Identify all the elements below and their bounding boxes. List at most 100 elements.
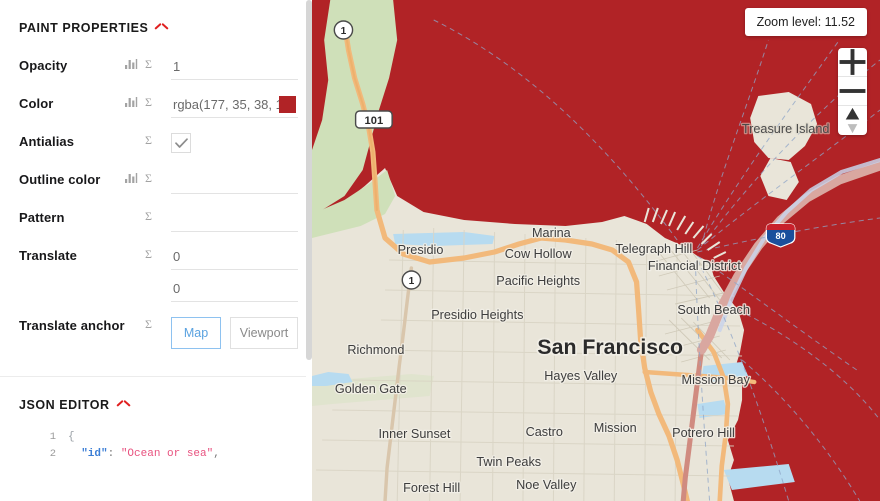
property-field-color <box>171 94 298 118</box>
translate-anchor-option-map[interactable]: Map <box>171 317 221 349</box>
highway-shield-1: 1 <box>333 20 354 40</box>
property-icons-pattern: Σ <box>125 208 171 227</box>
map-render: Treasure Island Marina Telegraph Hill Pr… <box>312 0 880 501</box>
property-row-opacity: Opacity Σ <box>0 56 312 94</box>
property-icons-antialias: Σ <box>125 132 171 151</box>
sigma-icon[interactable]: Σ <box>145 209 156 227</box>
translate-y-input[interactable] <box>171 278 298 302</box>
property-row-translate-anchor: Translate anchor Σ Map Viewport <box>0 316 312 354</box>
sigma-icon[interactable]: Σ <box>145 57 156 75</box>
property-row-pattern: Pattern Σ <box>0 208 312 246</box>
code-token-string: "Ocean or sea" <box>120 448 214 460</box>
map-label: Mission <box>594 421 637 435</box>
app-root: PAINT PROPERTIES Opacity Σ 1 Color Σ rgb… <box>0 0 880 501</box>
svg-text:80: 80 <box>776 231 786 241</box>
highway-shield-1-presidio: 1 <box>401 270 422 290</box>
highway-shield-101: 101 <box>354 110 393 129</box>
property-field-antialias <box>171 132 298 153</box>
map-label: Twin Peaks <box>476 455 541 469</box>
property-field-pattern <box>171 208 298 232</box>
sigma-icon[interactable]: Σ <box>145 95 156 113</box>
antialias-checkbox[interactable] <box>171 133 191 153</box>
opacity-input[interactable] <box>171 56 298 80</box>
translate-anchor-option-viewport[interactable]: Viewport <box>230 317 298 349</box>
chevron-up-icon[interactable] <box>117 401 130 410</box>
json-editor-title: JSON EDITOR <box>19 398 110 412</box>
map-label: Treasure Island <box>742 122 830 136</box>
map-label: Mission Bay <box>682 373 751 387</box>
chevron-up-icon[interactable] <box>155 24 168 33</box>
paint-properties-title: PAINT PROPERTIES <box>19 21 149 35</box>
map-label: Golden Gate <box>335 382 407 396</box>
interstate-shield-80: 80 <box>765 223 796 248</box>
svg-text:Σ: Σ <box>145 210 152 222</box>
map-label: Hayes Valley <box>544 369 618 383</box>
map-label: Presidio <box>398 243 444 257</box>
check-icon <box>174 137 188 148</box>
property-row-translate: Translate Σ <box>0 246 312 302</box>
property-icons-translate-anchor: Σ <box>125 316 171 335</box>
translate-anchor-button-group: Map Viewport <box>171 317 298 349</box>
svg-text:Σ: Σ <box>145 134 152 146</box>
property-field-translate <box>171 246 298 302</box>
bar-chart-icon[interactable] <box>125 95 138 113</box>
minus-icon <box>839 89 866 93</box>
svg-text:1: 1 <box>341 26 347 37</box>
property-field-translate-anchor: Map Viewport <box>171 316 298 349</box>
sigma-icon[interactable]: Σ <box>145 317 156 335</box>
map-label: South Beach <box>677 303 750 317</box>
map-label: Potrero Hill <box>672 426 735 440</box>
map-label: Cow Hollow <box>505 247 573 261</box>
property-label-color: Color <box>19 96 54 111</box>
property-label-translate-anchor: Translate anchor <box>19 318 125 333</box>
compass-button[interactable] <box>838 106 867 135</box>
color-swatch[interactable] <box>279 96 296 113</box>
svg-text:Σ: Σ <box>145 318 152 330</box>
line-number: 2 <box>49 448 56 460</box>
translate-x-input[interactable] <box>171 246 298 270</box>
svg-text:Σ: Σ <box>145 58 152 70</box>
bar-chart-icon[interactable] <box>125 171 138 189</box>
map-label: Richmond <box>347 343 404 357</box>
sigma-icon[interactable]: Σ <box>145 171 156 189</box>
property-row-color: Color Σ <box>0 94 312 132</box>
property-label-outline-color: Outline color <box>19 172 101 187</box>
pattern-input[interactable] <box>171 208 298 232</box>
bar-chart-icon[interactable] <box>125 57 138 75</box>
property-icons-outline-color: Σ <box>125 170 171 189</box>
map-label: Inner Sunset <box>379 427 451 441</box>
code-token-key: "id" <box>81 448 108 460</box>
property-label-translate: Translate <box>19 248 77 263</box>
svg-text:Σ: Σ <box>145 248 152 260</box>
property-field-opacity <box>171 56 298 80</box>
map-label: Presidio Heights <box>431 308 523 322</box>
code-line: 1 { <box>38 429 312 446</box>
map-canvas[interactable]: Treasure Island Marina Telegraph Hill Pr… <box>312 0 880 501</box>
zoom-level-indicator: Zoom level: 11.52 <box>744 8 867 36</box>
map-label: Castro <box>526 425 563 439</box>
outline-color-input[interactable] <box>171 170 298 194</box>
property-icons-color: Σ <box>125 94 171 113</box>
json-editor-header[interactable]: JSON EDITOR <box>0 377 312 417</box>
map-label: Forest Hill <box>403 481 460 495</box>
line-number: 1 <box>49 431 56 443</box>
svg-text:Σ: Σ <box>145 172 152 184</box>
svg-text:101: 101 <box>365 115 384 127</box>
property-row-antialias: Antialias Σ <box>0 132 312 170</box>
paint-properties-list: Opacity Σ Color <box>0 40 312 354</box>
map-label: Pacific Heights <box>496 274 580 288</box>
paint-properties-header[interactable]: PAINT PROPERTIES <box>0 0 312 40</box>
zoom-out-button[interactable] <box>838 77 867 106</box>
json-editor-code[interactable]: 1 { 2 "id" : "Ocean or sea" , <box>0 417 312 463</box>
svg-text:Σ: Σ <box>145 96 152 108</box>
sigma-icon[interactable]: Σ <box>145 247 156 265</box>
property-row-outline-color: Outline color Σ <box>0 170 312 208</box>
zoom-in-button[interactable] <box>838 48 867 77</box>
sigma-icon[interactable]: Σ <box>145 133 156 151</box>
property-icons-opacity: Σ <box>125 56 171 75</box>
property-label-antialias: Antialias <box>19 134 75 149</box>
json-editor-section: JSON EDITOR 1 { 2 "id" : "Ocean or sea" … <box>0 377 312 463</box>
property-label-pattern: Pattern <box>19 210 65 225</box>
svg-text:1: 1 <box>409 276 415 287</box>
